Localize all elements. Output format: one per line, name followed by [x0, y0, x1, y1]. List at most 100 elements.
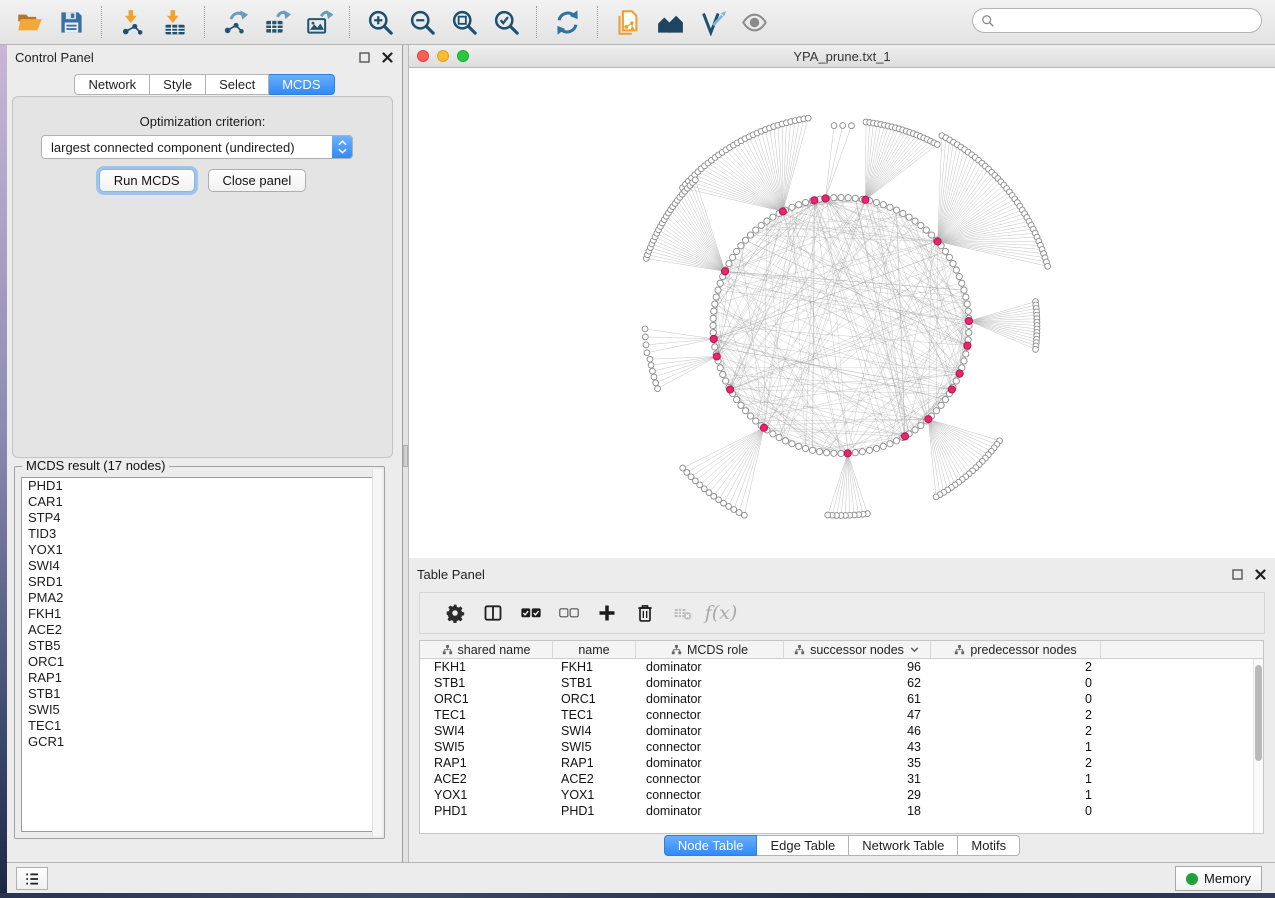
table-scrollbar[interactable] — [1253, 659, 1263, 833]
delete-table-icon — [673, 603, 693, 623]
memory-button[interactable]: Memory — [1175, 866, 1262, 891]
share-document-button[interactable] — [607, 3, 649, 41]
tab-style[interactable]: Style — [150, 74, 206, 95]
mcds-result-item[interactable]: GCR1 — [22, 734, 377, 750]
table-row[interactable]: STB1STB1dominator620 — [420, 675, 1263, 691]
function-builder-button[interactable]: f(x) — [702, 596, 740, 630]
close-panel-icon[interactable] — [380, 50, 394, 64]
zoom-out-icon — [409, 9, 436, 36]
table-row[interactable]: SWI5SWI5connector431 — [420, 739, 1263, 755]
mcds-result-item[interactable]: ORC1 — [22, 654, 377, 670]
select-all-columns-button[interactable] — [512, 596, 550, 630]
close-panel-button[interactable]: Close panel — [208, 169, 307, 192]
export-network-button[interactable] — [214, 3, 256, 41]
mcds-result-item[interactable]: ACE2 — [22, 622, 377, 638]
tab-node-table[interactable]: Node Table — [664, 835, 758, 856]
node-table-header: shared namenameMCDS rolesuccessor nodesp… — [420, 641, 1263, 659]
refresh-button[interactable] — [546, 3, 588, 41]
table-row[interactable]: RAP1RAP1dominator352 — [420, 755, 1263, 771]
delete-table-button[interactable] — [664, 596, 702, 630]
add-column-button[interactable] — [588, 596, 626, 630]
vizmapper-button[interactable] — [691, 3, 733, 41]
mcds-result-item[interactable]: TID3 — [22, 526, 377, 542]
column-header-predecessor-nodes[interactable]: predecessor nodes — [931, 641, 1101, 658]
mcds-result-item[interactable]: RAP1 — [22, 670, 377, 686]
delete-column-button[interactable] — [626, 596, 664, 630]
tab-network[interactable]: Network — [74, 74, 150, 95]
tab-network-table[interactable]: Network Table — [849, 835, 958, 856]
mcds-result-groupbox: MCDS result (17 nodes) PHD1CAR1STP4TID3Y… — [14, 466, 385, 839]
mcds-result-list: PHD1CAR1STP4TID3YOX1SWI4SRD1PMA2FKH1ACE2… — [21, 477, 378, 832]
node-table: shared namenameMCDS rolesuccessor nodesp… — [419, 640, 1264, 834]
toolbar-separator — [597, 6, 598, 38]
zoom-out-button[interactable] — [401, 3, 443, 41]
open-file-button[interactable] — [8, 3, 50, 41]
column-header-MCDS-role[interactable]: MCDS role — [636, 641, 784, 658]
import-network-button[interactable] — [111, 3, 153, 41]
column-header-successor-nodes[interactable]: successor nodes — [784, 641, 931, 658]
zoom-in-button[interactable] — [359, 3, 401, 41]
search-input[interactable] — [1000, 13, 1253, 28]
tab-mcds[interactable]: MCDS — [269, 74, 334, 95]
mcds-result-item[interactable]: PMA2 — [22, 590, 377, 606]
table-row[interactable]: SWI4SWI4dominator462 — [420, 723, 1263, 739]
home-button[interactable] — [649, 3, 691, 41]
mcds-result-item[interactable]: CAR1 — [22, 494, 377, 510]
share-document-icon — [615, 9, 642, 36]
mcds-result-item[interactable]: STP4 — [22, 510, 377, 526]
chevron-down-icon — [909, 644, 920, 655]
open-file-icon — [16, 9, 43, 36]
mcds-result-item[interactable]: SWI4 — [22, 558, 377, 574]
mcds-result-item[interactable]: PHD1 — [22, 478, 377, 494]
mcds-result-item[interactable]: FKH1 — [22, 606, 377, 622]
save-session-button[interactable] — [50, 3, 92, 41]
toolbar-separator — [349, 6, 350, 38]
control-panel: Control Panel NetworkStyleSelectMCDS Opt… — [7, 45, 403, 862]
function-icon: f(x) — [705, 602, 738, 624]
mcds-result-item[interactable]: STB5 — [22, 638, 377, 654]
criterion-select-value: largest connected component (undirected) — [42, 140, 332, 155]
table-row[interactable]: PHD1PHD1dominator180 — [420, 803, 1263, 819]
mcds-result-item[interactable]: TEC1 — [22, 718, 377, 734]
mcds-result-item[interactable]: YOX1 — [22, 542, 377, 558]
table-panel-tabs: Node TableEdge TableNetwork TableMotifs — [409, 835, 1275, 856]
split-table-button[interactable] — [474, 596, 512, 630]
toolbar-separator — [101, 6, 102, 38]
show-panels-button[interactable] — [16, 867, 48, 890]
hide-panels-button[interactable] — [733, 3, 775, 41]
table-row[interactable]: YOX1YOX1connector291 — [420, 787, 1263, 803]
mcds-result-item[interactable]: SWI5 — [22, 702, 377, 718]
deselect-all-columns-button[interactable] — [550, 596, 588, 630]
mcds-result-item[interactable]: STB1 — [22, 686, 377, 702]
vizmapper-icon — [699, 9, 726, 36]
main-toolbar — [0, 0, 1275, 45]
table-scrollbar-thumb[interactable] — [1255, 665, 1262, 761]
close-table-panel-icon[interactable] — [1253, 567, 1267, 581]
search-box[interactable] — [972, 8, 1262, 33]
column-header-shared-name[interactable]: shared name — [420, 641, 553, 658]
checked-boxes-icon — [521, 603, 541, 623]
float-table-panel-icon[interactable] — [1230, 567, 1244, 581]
tab-select[interactable]: Select — [206, 74, 269, 95]
mcds-result-scrollbar[interactable] — [372, 469, 382, 836]
column-header-name[interactable]: name — [553, 641, 636, 658]
network-graph[interactable] — [409, 68, 1275, 558]
float-panel-icon[interactable] — [357, 50, 371, 64]
export-image-button[interactable] — [298, 3, 340, 41]
node-table-body: FKH1FKH1dominator962STB1STB1dominator620… — [420, 659, 1263, 819]
tab-edge-table[interactable]: Edge Table — [757, 835, 849, 856]
table-row[interactable]: FKH1FKH1dominator962 — [420, 659, 1263, 675]
criterion-select[interactable]: largest connected component (undirected) — [41, 135, 353, 159]
mcds-result-item[interactable]: SRD1 — [22, 574, 377, 590]
tab-motifs[interactable]: Motifs — [958, 835, 1020, 856]
import-table-button[interactable] — [153, 3, 195, 41]
run-mcds-button[interactable]: Run MCDS — [99, 169, 195, 192]
zoom-fit-button[interactable] — [443, 3, 485, 41]
table-settings-button[interactable] — [436, 596, 474, 630]
export-table-button[interactable] — [256, 3, 298, 41]
table-row[interactable]: TEC1TEC1connector472 — [420, 707, 1263, 723]
table-row[interactable]: ORC1ORC1dominator610 — [420, 691, 1263, 707]
zoom-selected-button[interactable] — [485, 3, 527, 41]
table-row[interactable]: ACE2ACE2connector311 — [420, 771, 1263, 787]
eye-icon — [741, 9, 768, 36]
